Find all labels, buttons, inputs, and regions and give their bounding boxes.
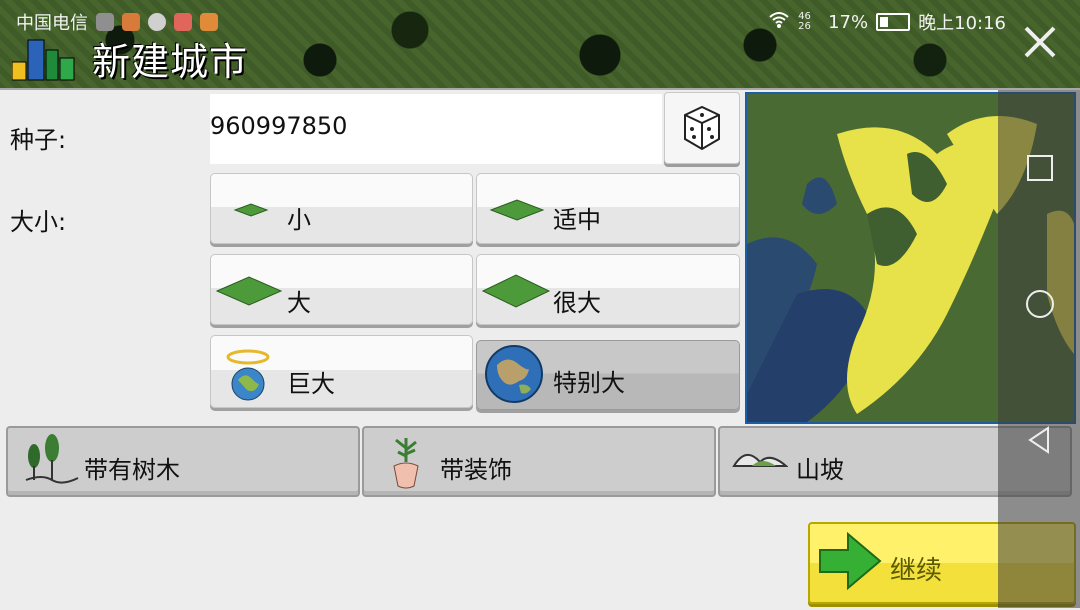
- size-large-label: 大: [287, 289, 311, 317]
- recent-apps-button[interactable]: [1020, 148, 1060, 188]
- size-large-button[interactable]: 大: [210, 254, 473, 325]
- random-seed-button[interactable]: [664, 92, 740, 164]
- home-button[interactable]: [1020, 284, 1060, 324]
- arrow-right-icon: [819, 532, 882, 590]
- size-very-large-label: 很大: [553, 289, 601, 317]
- close-button[interactable]: [1018, 24, 1062, 68]
- circle-icon: [1026, 290, 1054, 318]
- continue-label: 继续: [890, 556, 943, 586]
- with-trees-label: 带有树木: [84, 456, 180, 484]
- globe-icon: [485, 345, 543, 403]
- size-small-button[interactable]: 小: [210, 173, 473, 244]
- size-very-large-button[interactable]: 很大: [476, 254, 740, 325]
- back-triangle-icon: [1028, 426, 1049, 454]
- size-extra-large-label: 特别大: [553, 369, 625, 397]
- with-decorations-button[interactable]: 带装饰: [362, 426, 716, 497]
- seed-value: 960997850: [210, 112, 348, 140]
- size-medium-label: 适中: [553, 206, 601, 234]
- small-terrain-icon: [233, 203, 269, 217]
- square-icon: [1027, 155, 1053, 181]
- large-terrain-icon: [215, 276, 283, 306]
- with-decorations-label: 带装饰: [440, 456, 512, 484]
- city-buildings-icon: [11, 34, 76, 82]
- hills-icon: [732, 454, 788, 467]
- trees-icon: [25, 434, 79, 484]
- page-title: 新建城市: [92, 40, 249, 84]
- size-medium-button[interactable]: 适中: [476, 173, 740, 244]
- size-extra-large-button[interactable]: 特别大: [476, 340, 740, 410]
- halo-globe-icon: [226, 349, 270, 401]
- size-huge-label: 巨大: [287, 370, 335, 398]
- back-button[interactable]: [1020, 420, 1060, 460]
- very-large-terrain-icon: [481, 274, 551, 308]
- close-icon: [1024, 26, 1056, 58]
- seed-label: 种子:: [10, 126, 67, 154]
- size-huge-button[interactable]: 巨大: [210, 335, 473, 408]
- dice-icon: [684, 105, 720, 151]
- size-label: 大小:: [10, 208, 67, 236]
- slopes-label: 山坡: [796, 456, 844, 484]
- medium-terrain-icon: [489, 199, 545, 221]
- size-small-label: 小: [287, 206, 311, 234]
- title-bar: 新建城市: [0, 28, 1000, 88]
- potted-plant-icon: [393, 438, 419, 489]
- with-trees-button[interactable]: 带有树木: [6, 426, 360, 497]
- seed-input[interactable]: 960997850: [210, 94, 662, 164]
